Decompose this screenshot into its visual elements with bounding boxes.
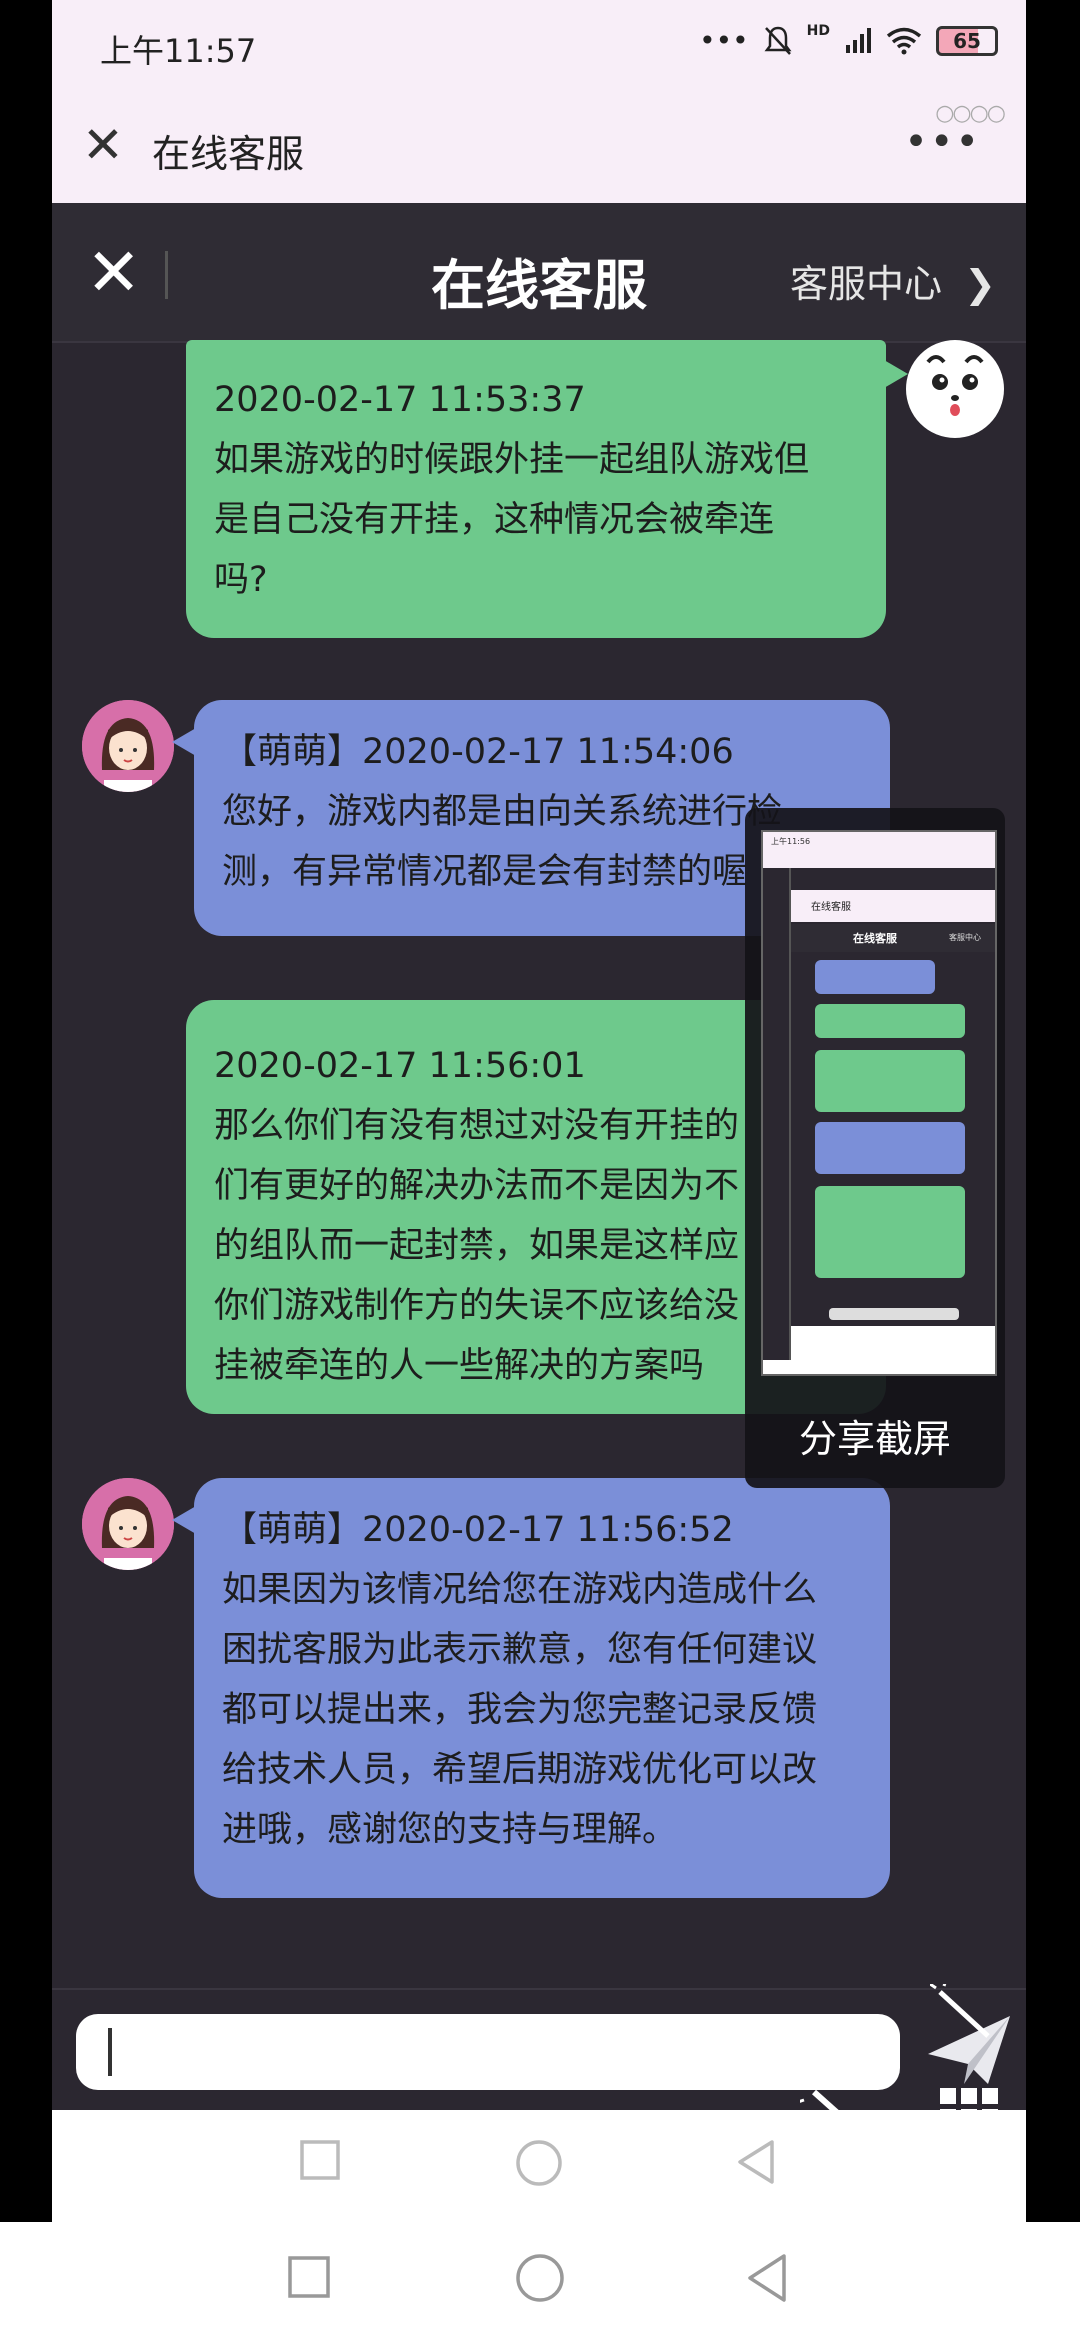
- grid-menu-icon[interactable]: [938, 2086, 1000, 2148]
- thumb-nav-bar-outer: [763, 1360, 995, 1374]
- message-line: 【萌萌】2020-02-17 11:54:06: [222, 732, 734, 772]
- recent-apps-icon[interactable]: [298, 2138, 342, 2182]
- message-line: 如果因为该情况给您在游戏内造成什么: [222, 1570, 818, 1610]
- message-line: 困扰客服为此表示歉意，您有任何建议: [222, 1630, 818, 1670]
- screenshot-preview[interactable]: 上午11:56 在线客服 在线客服 客服中心 分享截屏: [745, 808, 1005, 1488]
- message-line: 吗?: [214, 560, 268, 600]
- home-icon[interactable]: [514, 2138, 564, 2188]
- app-bar: ✕ 在线客服 ○○○○ •••: [52, 95, 1026, 203]
- status-bar: 上午11:57 ••• HD 65: [52, 0, 1026, 95]
- mute-bell-icon: [764, 26, 792, 55]
- user-message-bubble: 2020-02-17 11:53:37 如果游戏的时候跟外挂一起组队游戏但 是自…: [186, 340, 908, 638]
- thumb-header-title: 在线客服: [853, 932, 897, 945]
- app-title: 在线客服: [152, 132, 305, 176]
- service-center-label: 客服中心: [790, 262, 943, 306]
- thumb-time: 上午11:56: [771, 837, 811, 846]
- message-line: 2020-02-17 11:53:37: [214, 380, 586, 420]
- magic-wand-icon: [930, 1984, 990, 2038]
- text-caret: [108, 2028, 112, 2076]
- message-line: 【萌萌】2020-02-17 11:56:52: [222, 1510, 734, 1550]
- magic-wand-icon[interactable]: [800, 2080, 880, 2150]
- share-screenshot-label[interactable]: 分享截屏: [745, 1408, 1005, 1463]
- back-icon[interactable]: [734, 2138, 778, 2186]
- signal-icon: [846, 27, 871, 53]
- message-line: 如果游戏的时候跟外挂一起组队游戏但: [214, 440, 810, 480]
- close-icon[interactable]: ✕: [82, 115, 124, 175]
- user-avatar: [906, 340, 1004, 438]
- thumb-agent-bubble: [815, 960, 935, 994]
- status-time: 上午11:57: [100, 32, 257, 70]
- thumb-agent-bubble: [815, 1122, 965, 1174]
- user-avatar-face-icon: [908, 342, 1002, 436]
- message-input[interactable]: [76, 2014, 900, 2090]
- chevron-right-icon: ❯: [964, 262, 996, 306]
- thumb-user-bubble: [815, 1186, 965, 1278]
- battery-indicator: 65: [936, 25, 998, 56]
- status-icons: ••• HD 65: [699, 22, 998, 57]
- system-navigation-bar: [0, 2222, 1080, 2340]
- home-icon[interactable]: [514, 2252, 566, 2304]
- message-line: 都可以提出来，我会为您完整记录反馈: [222, 1690, 818, 1730]
- thumb-nav-bar: [791, 1326, 995, 1360]
- thumb-user-bubble: [815, 1050, 965, 1112]
- screenshot-thumbnail[interactable]: 上午11:56 在线客服 在线客服 客服中心: [761, 830, 997, 1376]
- web-header: ✕ 在线客服 客服中心 ❯: [52, 203, 1026, 343]
- agent-avatar: [82, 1478, 174, 1570]
- service-center-link[interactable]: 客服中心 ❯: [790, 253, 996, 308]
- agent-avatar: [82, 700, 174, 792]
- more-menu-button[interactable]: •••: [904, 119, 981, 165]
- thumb-user-bubble: [815, 1004, 965, 1038]
- agent-avatar-girl-icon: [82, 700, 174, 792]
- agent-message-bubble: 【萌萌】2020-02-17 11:56:52 如果因为该情况给您在游戏内造成什…: [172, 1478, 890, 1898]
- thumb-center-link: 客服中心: [949, 933, 981, 942]
- more-dots-icon: •••: [699, 24, 749, 57]
- message-line: 给技术人员，希望后期游戏优化可以改: [222, 1750, 818, 1790]
- message-line: 进哦，感谢您的支持与理解。: [222, 1810, 678, 1850]
- screen: 上午11:57 ••• HD 65 ✕ 在线客服 ○○○○ ••• ✕ 在线客服…: [0, 0, 1080, 2340]
- recent-apps-icon[interactable]: [286, 2254, 332, 2300]
- network-label: HD: [806, 22, 830, 39]
- thumb-title: 在线客服: [811, 902, 851, 913]
- thumb-input-field: [829, 1308, 959, 1320]
- back-icon[interactable]: [744, 2252, 790, 2304]
- agent-avatar-girl-icon: [82, 1478, 174, 1570]
- message-line: 是自己没有开挂，这种情况会被牵连: [214, 500, 775, 540]
- wifi-icon: [886, 27, 922, 54]
